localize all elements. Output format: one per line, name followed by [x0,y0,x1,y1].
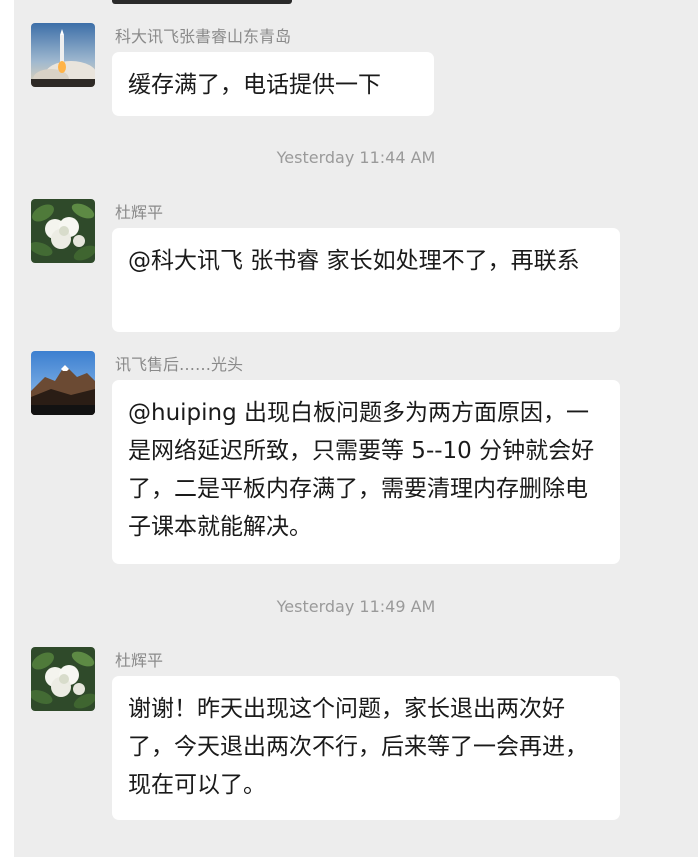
rocket-launch-avatar-icon[interactable] [31,23,95,87]
sender-name: 杜辉平 [115,203,164,222]
sender-name: 杜辉平 [115,651,164,670]
mountain-avatar-icon[interactable] [31,351,95,415]
message-bubble[interactable]: @huiping 出现白板问题多为两方面原因，一是网络延迟所致，只需要等 5--… [112,380,620,564]
sender-name: 科大讯飞张書睿山东青岛 [115,27,292,46]
message-bubble[interactable]: @科大讯飞 张书睿 家长如处理不了，再联系 [112,228,620,332]
previous-message-edge [112,0,292,4]
chat-area[interactable]: 科大讯飞张書睿山东青岛 缓存满了，电话提供一下 Yesterday 11:44 … [14,0,698,857]
message-bubble[interactable]: 缓存满了，电话提供一下 [112,52,434,116]
white-flower-avatar-icon[interactable] [31,199,95,263]
sender-name: 讯飞售后……光头 [115,355,244,374]
timestamp: Yesterday 11:49 AM [276,597,436,616]
white-flower-avatar-icon[interactable] [31,647,95,711]
timestamp: Yesterday 11:44 AM [276,148,436,167]
message-bubble[interactable]: 谢谢！昨天出现这个问题，家长退出两次好了，今天退出两次不行，后来等了一会再进，现… [112,676,620,820]
